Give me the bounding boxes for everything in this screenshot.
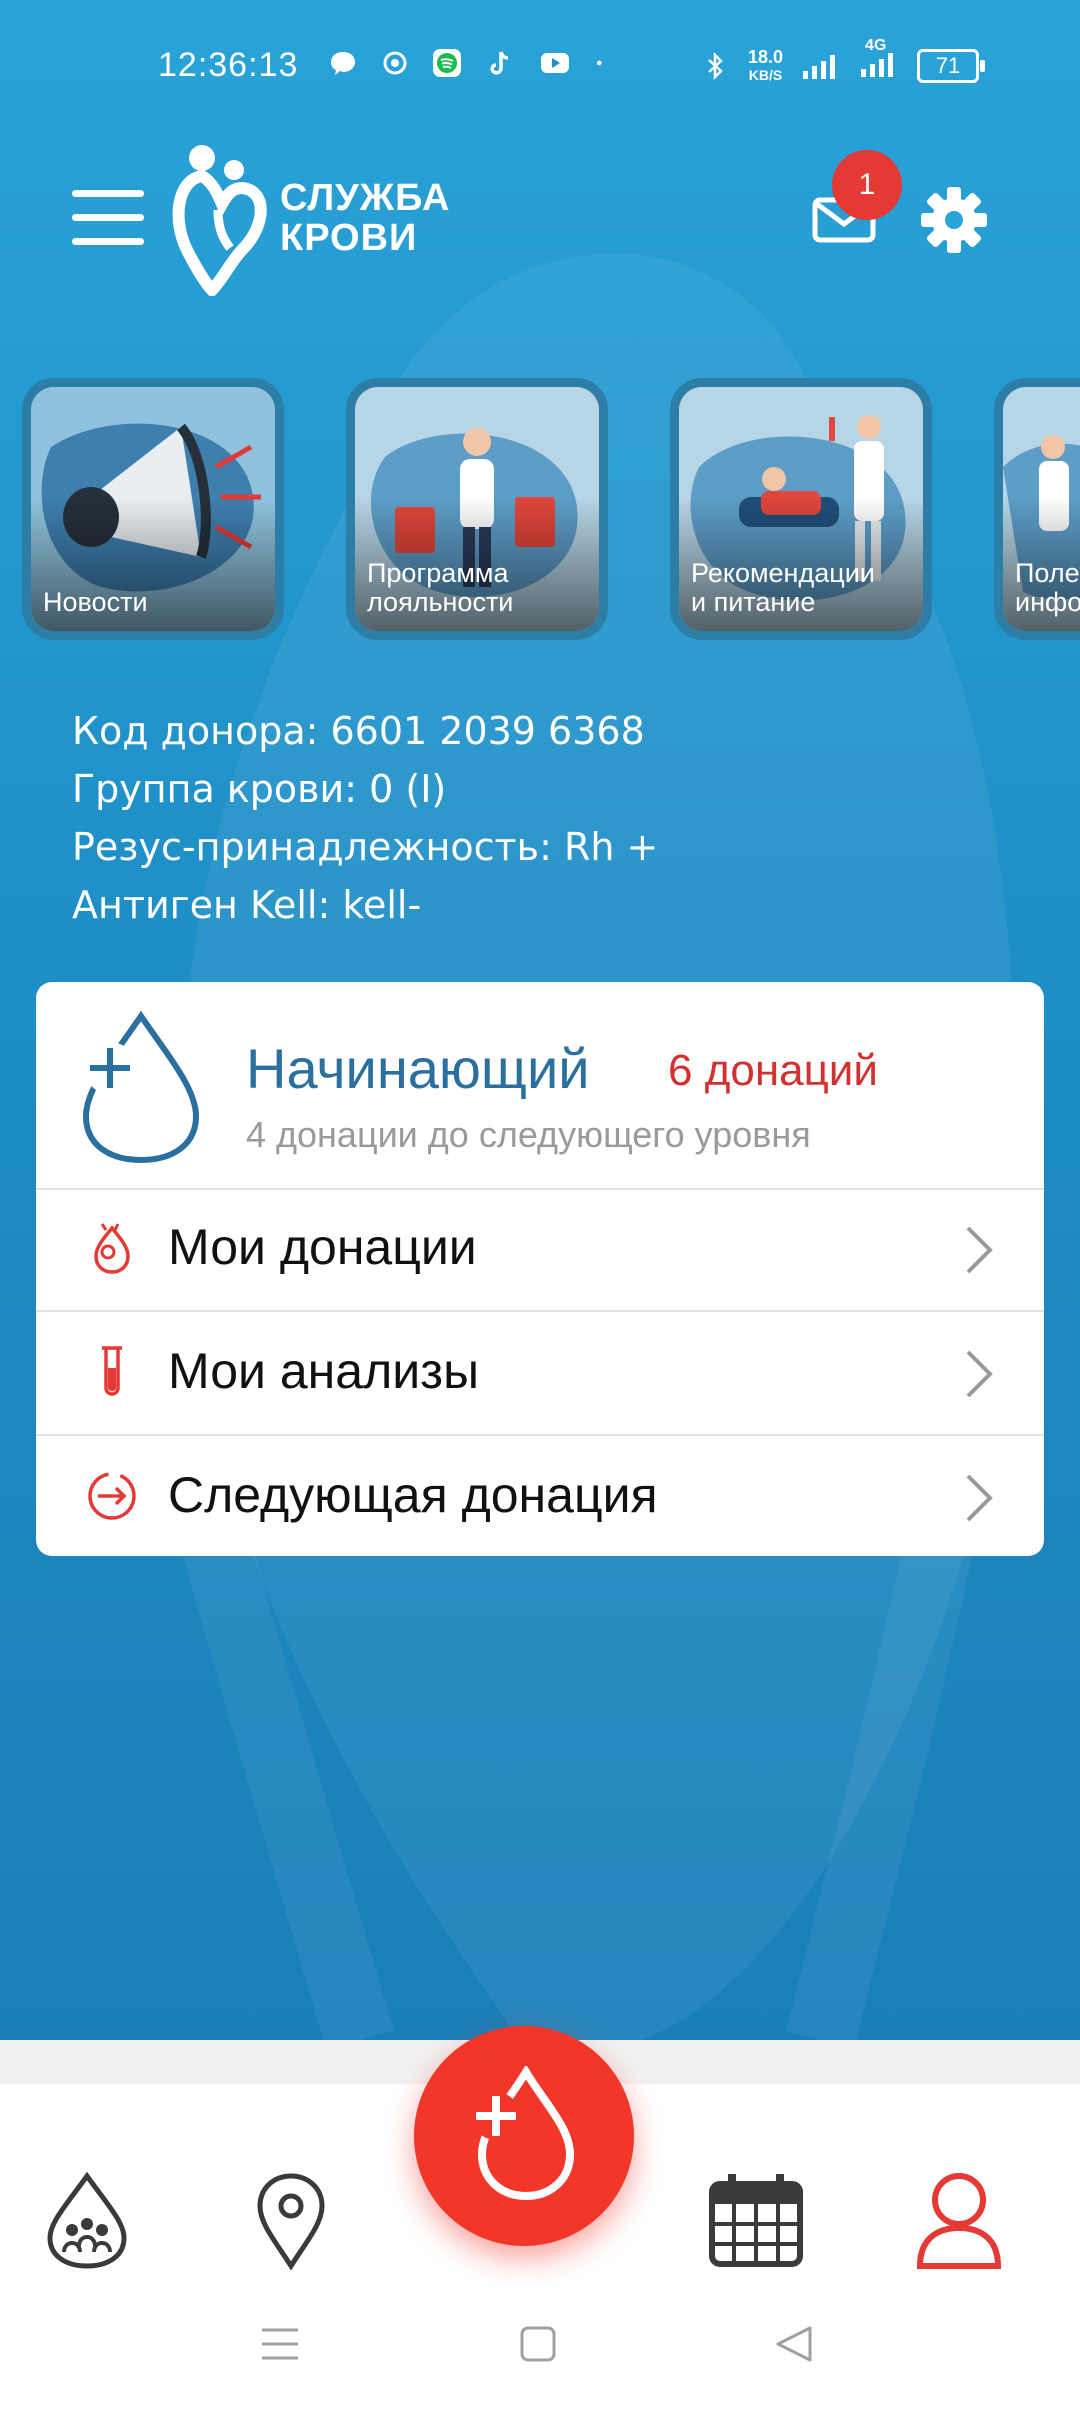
notification-icons: [328, 48, 610, 78]
logo-text: СЛУЖБА КРОВИ: [280, 178, 450, 258]
story-caption-line: и питание: [691, 587, 816, 617]
network-type: 4G: [865, 36, 887, 54]
logo-line-2: КРОВИ: [280, 217, 418, 259]
mail-badge: 1: [832, 150, 902, 220]
app-notification-icon: [383, 51, 407, 75]
next-donation-row[interactable]: Следующая донация: [36, 1436, 1044, 1556]
donation-icon: [94, 1223, 130, 1274]
donor-info: Код донора: 6601 2039 6368 Группа крови:…: [72, 702, 658, 934]
story-caption-line: инфо: [1015, 587, 1080, 617]
story-caption-line: лояльности: [367, 587, 514, 617]
story-loyalty[interactable]: Программа лояльности: [346, 378, 608, 640]
story-caption-line: Новости: [43, 587, 148, 617]
drop-plus-icon: [472, 2066, 575, 2201]
youtube-icon: [541, 53, 569, 73]
donor-level[interactable]: Начинающий 6 донаций 4 донации до следую…: [36, 982, 1044, 1190]
menu-line: [72, 214, 144, 221]
home-icon[interactable]: [518, 2324, 558, 2364]
status-time: 12:36:13: [158, 46, 299, 84]
my-donations-label: Мои донации: [168, 1219, 477, 1275]
next-arrow-icon: [88, 1472, 136, 1520]
my-tests-row[interactable]: Мои анализы: [36, 1312, 1044, 1436]
menu-button[interactable]: [72, 190, 144, 246]
donor-card: Начинающий 6 донаций 4 донации до следую…: [36, 982, 1044, 1556]
logo-heart-icon: [172, 145, 267, 296]
story-useful-info[interactable]: Поле инфо: [994, 378, 1080, 640]
chevron-right-icon: [966, 1474, 993, 1522]
stories-carousel[interactable]: Новости Программа лояльности Рекомендаци…: [22, 378, 1080, 642]
donate-fab-button[interactable]: [414, 2026, 634, 2246]
settings-gear-icon[interactable]: [920, 186, 988, 254]
cellular-group: 4G: [859, 37, 899, 84]
battery-indicator: 71: [917, 49, 986, 83]
my-tests-label: Мои анализы: [168, 1343, 480, 1399]
network-speed: 18.0 KB/S: [748, 48, 783, 84]
rhesus-factor: Резус-принадлежность: Rh +: [72, 825, 659, 869]
message-icon: [331, 52, 355, 75]
dot-icon: [596, 60, 602, 66]
story-caption: Рекомендации и питание: [691, 559, 875, 617]
story-recommendations[interactable]: Рекомендации и питание: [670, 378, 932, 640]
kell-antigen: Антиген Kell: kell-: [72, 883, 422, 927]
next-donation-label: Следующая донация: [168, 1467, 658, 1523]
community-drop-icon[interactable]: [42, 2170, 132, 2270]
back-icon[interactable]: [772, 2324, 816, 2364]
drop-plus-icon: [82, 1010, 200, 1164]
level-title: Начинающий: [246, 1037, 590, 1100]
level-progress-text: 4 донации до следующего уровня: [246, 1114, 811, 1155]
story-news[interactable]: Новости: [22, 378, 284, 640]
profile-icon[interactable]: [914, 2170, 1004, 2270]
location-pin-icon[interactable]: [246, 2170, 336, 2270]
chevron-right-icon: [966, 1226, 993, 1274]
calendar-icon[interactable]: [708, 2170, 804, 2270]
bluetooth-icon: [708, 51, 723, 81]
network-speed-unit: KB/S: [748, 67, 783, 83]
story-caption-line: Программа: [367, 558, 509, 588]
recent-apps-icon[interactable]: [258, 2324, 302, 2364]
donation-count: 6 донаций: [668, 1046, 878, 1095]
menu-line: [72, 190, 144, 197]
spotify-icon: [433, 49, 461, 77]
story-caption-line: Рекомендации: [691, 558, 875, 588]
network-speed-value: 18.0: [748, 47, 784, 67]
logo-line-1: СЛУЖБА: [280, 177, 451, 219]
story-caption: Новости: [43, 588, 148, 617]
tiktok-icon: [490, 51, 509, 75]
chevron-right-icon: [966, 1350, 993, 1398]
story-caption: Программа лояльности: [367, 559, 513, 617]
my-donations-row[interactable]: Мои донации: [36, 1188, 1044, 1312]
test-tube-icon: [102, 1346, 122, 1396]
story-caption: Поле инфо: [1015, 559, 1080, 617]
system-navigation-bar: [0, 2284, 1080, 2412]
app-logo: СЛУЖБА КРОВИ: [172, 140, 450, 296]
system-status-icons: 18.0 KB/S 4G 71: [700, 37, 986, 84]
status-bar: 12:36:13 18.0 KB/S 4G 71: [0, 0, 1080, 120]
donor-code: Код донора: 6601 2039 6368: [72, 709, 645, 753]
story-caption-line: Поле: [1015, 558, 1080, 588]
signal-icon: [803, 55, 836, 79]
blood-group: Группа крови: 0 (I): [72, 767, 447, 811]
menu-line: [72, 238, 144, 245]
